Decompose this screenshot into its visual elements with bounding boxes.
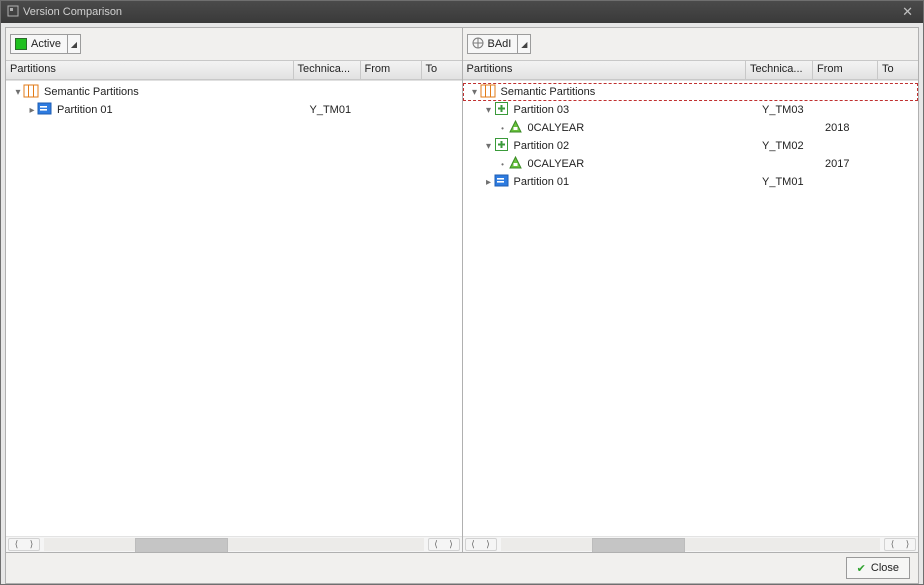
pane-badi: BAdI ◢ Partitions Technica... From To ▾ S… xyxy=(463,28,919,552)
plus-icon xyxy=(495,138,508,154)
tree-expander-open-icon[interactable]: ▾ xyxy=(483,105,495,116)
tree-leaf-bullet-icon: • xyxy=(497,124,509,133)
col-from[interactable]: From xyxy=(361,61,422,79)
blue-icon xyxy=(38,103,51,117)
col-technical[interactable]: Technica... xyxy=(746,61,813,79)
version-comparison-window: Version Comparison ✕ Active ◢ Partitio xyxy=(0,0,924,585)
scroll-left-icon[interactable]: ⟨ xyxy=(466,539,481,550)
hscroll-left[interactable]: ⟨ ⟩ ⟨ ⟩ xyxy=(6,536,462,552)
table-row[interactable]: ▾ Partition 02 Y_TM02 xyxy=(463,137,919,155)
col-technical[interactable]: Technica... xyxy=(294,61,361,79)
tree-node-label: 0CALYEAR xyxy=(526,158,585,170)
cal-icon xyxy=(509,156,522,172)
tree-node-label: 0CALYEAR xyxy=(526,122,585,134)
tree-expander-open-icon[interactable]: ▾ xyxy=(483,141,495,152)
cell-from: 2018 xyxy=(820,122,881,134)
chevron-down-icon: ◢ xyxy=(518,40,530,49)
tree-leaf-bullet-icon: • xyxy=(497,160,509,169)
scroll-right-icon[interactable]: ⟩ xyxy=(24,539,39,550)
tree-expander-closed-icon[interactable]: ▸ xyxy=(483,177,495,188)
toolbar-right: BAdI ◢ xyxy=(463,28,919,60)
scroll-left-icon[interactable]: ⟨ xyxy=(885,539,900,550)
pane-active: Active ◢ Partitions Technica... From To … xyxy=(6,28,463,552)
tree-node-label: Partition 03 xyxy=(512,104,570,116)
column-headers-right: Partitions Technica... From To xyxy=(463,60,919,80)
table-row[interactable]: ▾ Partition 03 Y_TM03 xyxy=(463,101,919,119)
blue-icon xyxy=(495,175,508,189)
scroll-right-icon[interactable]: ⟩ xyxy=(444,539,459,550)
tree-left: ▾Semantic Partitions▸Partition 01Y_TM01 … xyxy=(6,80,462,552)
col-to[interactable]: To xyxy=(422,61,462,79)
tree-node-label: Partition 01 xyxy=(512,176,570,188)
tree-right: ▾ Semantic Partitions ▾ Partition 03 Y_TM03 •… xyxy=(463,80,919,552)
tree-node-label: Partition 01 xyxy=(55,104,113,116)
scroll-left-icon[interactable]: ⟨ xyxy=(9,539,24,550)
close-icon[interactable]: ✕ xyxy=(898,4,917,20)
panes: Active ◢ Partitions Technica... From To … xyxy=(6,28,918,553)
plus-icon xyxy=(495,102,508,118)
version-selector-active[interactable]: Active ◢ xyxy=(10,34,81,54)
version-selector-badi[interactable]: BAdI ◢ xyxy=(467,34,532,54)
tree-node-label: Semantic Partitions xyxy=(499,86,596,98)
tree-expander-open-icon[interactable]: ▾ xyxy=(12,87,24,98)
app-icon xyxy=(7,5,19,20)
tree-node-label: Semantic Partitions xyxy=(42,86,139,98)
col-from[interactable]: From xyxy=(813,61,878,79)
table-row[interactable]: ▾ Semantic Partitions xyxy=(6,83,462,101)
cell-from: 2017 xyxy=(820,158,881,170)
badi-icon xyxy=(472,37,484,52)
check-icon: ✔ xyxy=(857,562,866,575)
cal-icon xyxy=(509,120,522,136)
column-headers-left: Partitions Technica... From To xyxy=(6,60,462,80)
scroll-thumb[interactable] xyxy=(592,538,685,552)
close-button[interactable]: ✔ Close xyxy=(846,557,910,579)
cell-technical: Y_TM01 xyxy=(757,176,820,188)
tree-node-label: Partition 02 xyxy=(512,140,570,152)
active-indicator-icon xyxy=(15,38,27,50)
cell-technical: Y_TM01 xyxy=(305,104,368,116)
scroll-right-icon[interactable]: ⟩ xyxy=(900,539,915,550)
semantic-partitions-icon xyxy=(481,85,495,100)
tree-expander-closed-icon[interactable]: ▸ xyxy=(26,105,38,116)
table-row[interactable]: • 0CALYEAR 2018 xyxy=(463,119,919,137)
chevron-down-icon: ◢ xyxy=(68,40,80,49)
window-title: Version Comparison xyxy=(23,6,122,18)
cell-technical: Y_TM02 xyxy=(757,140,820,152)
version-selector-label: Active xyxy=(31,38,61,50)
scroll-right-icon[interactable]: ⟩ xyxy=(481,539,496,550)
table-row[interactable]: • 0CALYEAR 2017 xyxy=(463,155,919,173)
table-row[interactable]: ▸ Partition 01 Y_TM01 xyxy=(6,101,462,119)
col-partitions[interactable]: Partitions xyxy=(463,61,747,79)
cell-technical: Y_TM03 xyxy=(757,104,820,116)
hscroll-right[interactable]: ⟨ ⟩ ⟨ ⟩ xyxy=(463,536,919,552)
semantic-partitions-icon xyxy=(24,85,38,100)
dialog-body: Active ◢ Partitions Technica... From To … xyxy=(5,27,919,584)
scroll-thumb[interactable] xyxy=(135,538,228,552)
titlebar: Version Comparison ✕ xyxy=(1,1,923,23)
table-row[interactable]: ▸ Partition 01 Y_TM01 xyxy=(463,173,919,191)
toolbar-left: Active ◢ xyxy=(6,28,462,60)
col-partitions[interactable]: Partitions xyxy=(6,61,294,79)
table-row[interactable]: ▾ Semantic Partitions xyxy=(463,83,919,101)
tree-expander-open-icon[interactable]: ▾ xyxy=(469,87,481,98)
version-selector-label: BAdI xyxy=(488,38,512,50)
col-to[interactable]: To xyxy=(878,61,918,79)
footer: ✔ Close xyxy=(6,553,918,583)
close-button-label: Close xyxy=(871,562,899,574)
scroll-left-icon[interactable]: ⟨ xyxy=(429,539,444,550)
